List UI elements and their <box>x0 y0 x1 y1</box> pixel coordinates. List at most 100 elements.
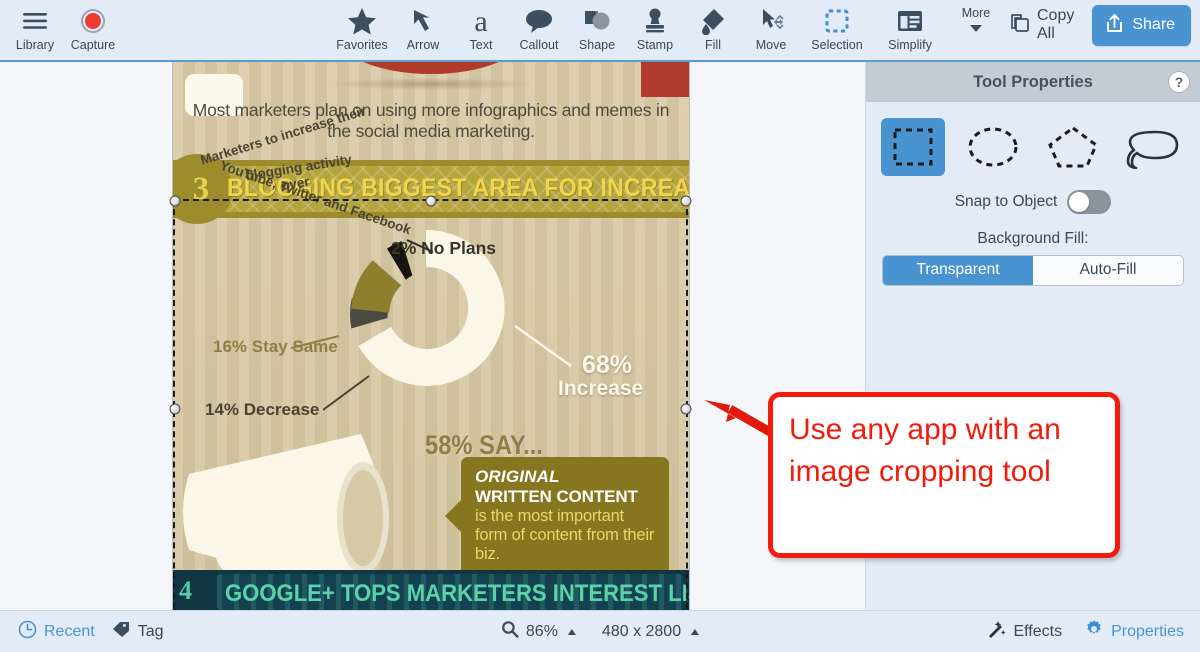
gear-icon <box>1084 619 1104 644</box>
toolbar-label-more: More <box>962 6 990 20</box>
toolbar-left-group: Library Capture <box>6 0 122 62</box>
infographic-intro-text: Most marketers plan on using more infogr… <box>173 100 689 142</box>
selection-shape-lasso[interactable] <box>1121 118 1185 176</box>
olive-callout-line2: WRITTEN CONTENT <box>475 487 657 507</box>
infographic-image[interactable]: Most marketers plan on using more infogr… <box>172 62 690 610</box>
annotation-text: Use any app with an image cropping tool <box>789 409 1099 493</box>
toolbar-label-selection: Selection <box>811 38 862 52</box>
selection-shape-polygon[interactable] <box>1041 118 1105 176</box>
dimensions-label: 480 x 2800 <box>602 623 681 641</box>
donut-leader-line-stay <box>291 334 355 364</box>
status-right-group: Effects Properties <box>986 619 1184 644</box>
toolbar-button-callout[interactable]: Callout <box>510 0 568 62</box>
toolbar-label-library: Library <box>16 38 54 52</box>
background-fill-segmented-control: Transparent Auto-Fill <box>882 255 1184 286</box>
tag-icon <box>111 620 131 643</box>
star-icon <box>347 5 377 37</box>
background-fill-label: Background Fill: <box>866 230 1200 248</box>
editor-body: Most marketers plan on using more infogr… <box>0 62 1200 610</box>
donut-label-no-plans: 2% No Plans <box>391 238 496 259</box>
hamburger-menu-icon <box>22 5 48 37</box>
toolbar-label-capture: Capture <box>71 38 115 52</box>
red-block-decoration <box>641 62 689 97</box>
properties-button[interactable]: Properties <box>1084 619 1184 644</box>
toolbar-button-favorites[interactable]: Favorites <box>330 0 394 62</box>
stamp-icon <box>642 5 668 37</box>
marquee-selection-icon <box>824 5 850 37</box>
clock-icon <box>18 620 37 644</box>
recent-button[interactable]: Recent <box>18 620 95 644</box>
zoom-control[interactable]: 86% <box>501 620 576 643</box>
snap-to-object-label: Snap to Object <box>955 193 1058 211</box>
soft-shadow-decoration <box>326 78 536 90</box>
toolbar-button-library[interactable]: Library <box>6 0 64 62</box>
text-a-icon: a <box>468 5 494 37</box>
toolbar-button-shape[interactable]: Shape <box>568 0 626 62</box>
toolbar-button-more[interactable]: More <box>948 0 1004 62</box>
donut-leader-line-decrease <box>323 374 387 416</box>
toolbar-label-simplify: Simplify <box>888 38 932 52</box>
main-toolbar: Library Capture Favorites <box>0 0 1200 62</box>
snagit-editor-window: Library Capture Favorites <box>0 0 1200 652</box>
toolbar-button-simplify[interactable]: Simplify <box>874 0 946 62</box>
tool-properties-title: Tool Properties <box>973 73 1093 92</box>
selection-shape-ellipse[interactable] <box>961 118 1025 176</box>
toolbar-button-fill[interactable]: Fill <box>684 0 742 62</box>
snap-to-object-toggle[interactable] <box>1067 190 1111 214</box>
toolbar-label-move: Move <box>756 38 787 52</box>
share-upload-icon <box>1105 13 1124 38</box>
toolbar-right-group: Copy All Share <box>1004 0 1200 50</box>
recent-label: Recent <box>44 623 95 641</box>
tool-properties-header: Tool Properties ? <box>866 62 1200 102</box>
arrow-icon <box>410 5 436 37</box>
tag-button[interactable]: Tag <box>111 620 164 643</box>
search-icon <box>501 620 519 643</box>
bottom-section-number: 4 <box>179 576 192 606</box>
snap-to-object-row: Snap to Object <box>866 190 1200 214</box>
dimensions-control[interactable]: 480 x 2800 <box>602 623 699 641</box>
olive-callout: ORIGINAL WRITTEN CONTENT is the most imp… <box>461 457 669 587</box>
magic-wand-icon <box>986 619 1006 644</box>
share-label: Share <box>1132 16 1175 34</box>
speech-bubble-icon <box>524 5 554 37</box>
olive-callout-line3: is the most important form of content fr… <box>475 507 657 564</box>
copy-all-button[interactable]: Copy All <box>1004 3 1080 47</box>
olive-callout-tail <box>445 499 462 533</box>
shapes-icon <box>582 5 612 37</box>
selection-shape-rectangle[interactable] <box>881 118 945 176</box>
dimensions-caret-up-icon <box>691 629 699 635</box>
effects-button[interactable]: Effects <box>986 619 1062 644</box>
toolbar-button-text[interactable]: a Text <box>452 0 510 62</box>
copy-all-label: Copy All <box>1037 7 1074 43</box>
properties-label: Properties <box>1111 623 1184 641</box>
selection-shape-options <box>866 102 1200 184</box>
toolbar-label-favorites: Favorites <box>336 38 387 52</box>
canvas-area[interactable]: Most marketers plan on using more infogr… <box>0 62 865 610</box>
toolbar-label-shape: Shape <box>579 38 615 52</box>
toolbar-button-move[interactable]: Move <box>742 0 800 62</box>
background-fill-auto-fill[interactable]: Auto-Fill <box>1033 256 1183 285</box>
annotation-callout[interactable]: Use any app with an image cropping tool <box>768 392 1120 558</box>
toolbar-button-selection[interactable]: Selection <box>800 0 874 62</box>
background-fill-transparent[interactable]: Transparent <box>883 256 1033 285</box>
zoom-level-label: 86% <box>526 623 558 641</box>
toolbar-tools-group: Favorites Arrow a Text <box>330 0 1004 62</box>
copy-icon <box>1010 13 1030 38</box>
toolbar-button-stamp[interactable]: Stamp <box>626 0 684 62</box>
toolbar-button-arrow[interactable]: Arrow <box>394 0 452 62</box>
bottom-section-title: GOOGLE+ TOPS MARKETERS INTEREST LIST <box>225 580 690 608</box>
section-number: 3 <box>185 173 210 206</box>
toolbar-button-capture[interactable]: Capture <box>64 0 122 62</box>
effects-label: Effects <box>1013 623 1062 641</box>
record-circle-icon <box>80 5 106 37</box>
chevron-down-icon <box>970 25 982 32</box>
olive-callout-line1: ORIGINAL <box>475 467 657 487</box>
toolbar-label-stamp: Stamp <box>637 38 673 52</box>
toolbar-label-fill: Fill <box>705 38 721 52</box>
status-center-group: 86% 480 x 2800 <box>501 620 699 643</box>
share-button[interactable]: Share <box>1092 5 1191 46</box>
tag-label: Tag <box>138 623 164 641</box>
help-icon[interactable]: ? <box>1168 71 1190 93</box>
toolbar-label-text: Text <box>470 38 493 52</box>
simplify-layout-icon <box>896 5 924 37</box>
